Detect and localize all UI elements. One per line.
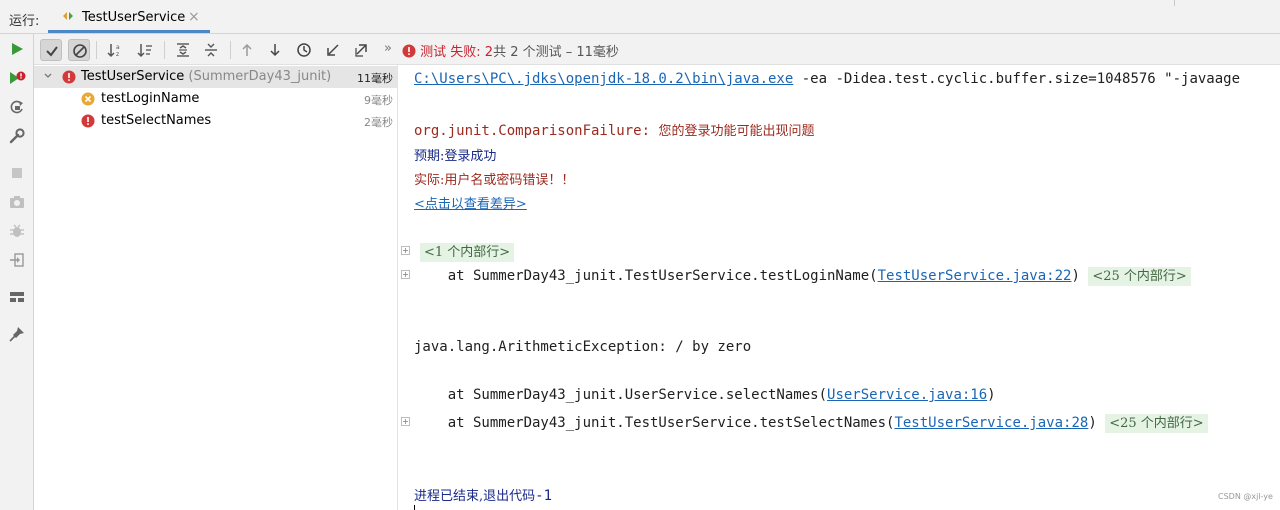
camera-icon[interactable] bbox=[8, 193, 26, 211]
tree-item-test-login-name[interactable]: testLoginName 9毫秒 bbox=[34, 88, 397, 110]
tree-item-label: testSelectNames bbox=[101, 113, 212, 128]
console-expected-line: 预期:登录成功 bbox=[414, 149, 497, 164]
expand-all-icon bbox=[177, 43, 189, 57]
exit-message: 进程已结束,退出代码 bbox=[414, 489, 536, 504]
console-exit-line: 进程已结束,退出代码-1 bbox=[414, 485, 552, 504]
status-detail-text: 共 2 个测试 – 11毫秒 bbox=[493, 45, 619, 60]
exit-code: -1 bbox=[535, 488, 552, 504]
folded-lines-label[interactable]: <25 个内部行> bbox=[1105, 414, 1208, 433]
next-failed-icon bbox=[270, 44, 280, 57]
command-args: -ea -Didea.test.cyclic.buffer.size=10485… bbox=[793, 71, 1241, 87]
console-folded-lines-1[interactable]: <1 个内部行> bbox=[420, 241, 515, 262]
console-trace-line-3: at SummerDay43_junit.TestUserService.tes… bbox=[414, 412, 1208, 433]
tree-item-label: testLoginName bbox=[101, 91, 200, 106]
chevron-down-icon[interactable] bbox=[42, 70, 54, 82]
tab-close-icon[interactable]: × bbox=[188, 9, 200, 25]
run-label: 运行: bbox=[9, 14, 40, 29]
console-exception-line: java.lang.ArithmeticException: / by zero bbox=[414, 339, 752, 355]
show-ignored-icon bbox=[73, 44, 87, 58]
fold-expand-icon[interactable] bbox=[401, 246, 410, 255]
console-actual-line: 实际:用户名或密码错误！！ bbox=[414, 173, 575, 188]
sort-duration-icon bbox=[137, 44, 152, 58]
test-tree: TestUserService (SummerDay43_junit) 11毫秒… bbox=[34, 65, 398, 510]
collapse-all-button[interactable] bbox=[200, 39, 222, 61]
source-link[interactable]: UserService.java:16 bbox=[827, 387, 987, 403]
sort-alpha-button[interactable]: a z bbox=[104, 39, 126, 61]
debug-icon[interactable] bbox=[8, 222, 26, 240]
pin-icon[interactable] bbox=[8, 325, 26, 343]
failure-type: org.junit.ComparisonFailure: bbox=[414, 123, 659, 139]
history-icon bbox=[297, 43, 311, 57]
rerun-failed-icon[interactable] bbox=[8, 69, 26, 87]
failure-message: 您的登录功能可能出现问题 bbox=[658, 124, 815, 139]
next-failed-button[interactable] bbox=[264, 39, 286, 61]
export-icon bbox=[355, 44, 367, 57]
tree-root-module: (SummerDay43_junit) bbox=[184, 69, 332, 84]
more-actions-icon[interactable]: » bbox=[384, 41, 392, 56]
console-trace-line-1: at SummerDay43_junit.TestUserService.tes… bbox=[414, 265, 1191, 286]
java-exe-link[interactable]: C:\Users\PC\.jdks\openjdk-18.0.2\bin\jav… bbox=[414, 71, 793, 87]
text-caret bbox=[414, 505, 415, 510]
rerun-icon[interactable] bbox=[8, 98, 26, 116]
toolbar-separator bbox=[230, 41, 231, 59]
toolbar-separator bbox=[96, 41, 97, 59]
wrench-icon[interactable] bbox=[8, 127, 26, 145]
folded-lines-label[interactable]: <25 个内部行> bbox=[1088, 267, 1191, 286]
sort-alpha-icon: a z bbox=[107, 44, 120, 58]
status-fail-text: 测试 失败: 2 bbox=[420, 45, 494, 60]
sort-duration-button[interactable] bbox=[134, 39, 156, 61]
test-status-summary: 测试 失败: 2共 2 个测试 – 11毫秒 bbox=[402, 41, 619, 60]
svg-text:a: a bbox=[116, 44, 120, 51]
test-runner-toolbar: a z » 测试 失败: 2共 2 个测试 – 11毫秒 bbox=[34, 34, 1280, 65]
svg-text:z: z bbox=[116, 51, 119, 58]
error-icon bbox=[402, 44, 416, 58]
error-icon bbox=[81, 114, 95, 128]
console-output[interactable]: C:\Users\PC\.jdks\openjdk-18.0.2\bin\jav… bbox=[398, 65, 1280, 510]
tab-label: TestUserService bbox=[82, 10, 186, 25]
tree-root-test-user-service[interactable]: TestUserService (SummerDay43_junit) 11毫秒 bbox=[34, 66, 397, 88]
show-passed-icon bbox=[46, 46, 58, 57]
toolbar-separator bbox=[164, 41, 165, 59]
watermark: CSDN @xjl-ye bbox=[1218, 492, 1273, 501]
layout-icon[interactable] bbox=[8, 288, 26, 306]
error-icon bbox=[62, 70, 76, 84]
history-button[interactable] bbox=[293, 39, 315, 61]
export-tests-button[interactable] bbox=[350, 39, 372, 61]
prev-failed-button[interactable] bbox=[236, 39, 258, 61]
console-failure-line: org.junit.ComparisonFailure: 您的登录功能可能出现问… bbox=[414, 120, 814, 139]
tree-item-test-select-names[interactable]: testSelectNames 2毫秒 bbox=[34, 110, 397, 132]
run-tab-bar: 运行: TestUserService × bbox=[0, 0, 1280, 34]
tree-root-duration: 11毫秒 bbox=[357, 72, 393, 85]
show-ignored-button[interactable] bbox=[68, 39, 90, 61]
source-link[interactable]: TestUserService.java:22 bbox=[878, 268, 1072, 284]
expand-all-button[interactable] bbox=[172, 39, 194, 61]
source-link[interactable]: TestUserService.java:28 bbox=[894, 415, 1088, 431]
run-icon[interactable] bbox=[8, 40, 26, 58]
import-tests-button[interactable] bbox=[322, 39, 344, 61]
tab-bar-divider bbox=[1174, 0, 1175, 6]
import-icon bbox=[327, 44, 339, 56]
tree-item-duration: 2毫秒 bbox=[364, 116, 393, 129]
fold-expand-icon[interactable] bbox=[401, 270, 410, 279]
junit-config-icon bbox=[63, 12, 73, 20]
prev-failed-icon bbox=[242, 43, 252, 56]
assertion-failed-icon bbox=[81, 92, 95, 106]
folded-lines-label[interactable]: <1 个内部行> bbox=[420, 243, 515, 262]
console-command-line: C:\Users\PC\.jdks\openjdk-18.0.2\bin\jav… bbox=[414, 71, 1240, 87]
console-trace-line-2: at SummerDay43_junit.UserService.selectN… bbox=[414, 387, 996, 403]
show-passed-button[interactable] bbox=[40, 39, 62, 61]
collapse-all-icon bbox=[205, 43, 217, 57]
console-diff-link[interactable]: <点击以查看差异> bbox=[414, 193, 527, 212]
tree-root-label: TestUserService (SummerDay43_junit) bbox=[81, 69, 332, 84]
stop-icon[interactable] bbox=[8, 164, 26, 182]
exit-icon[interactable] bbox=[8, 251, 26, 269]
tree-item-duration: 9毫秒 bbox=[364, 94, 393, 107]
left-toolbar bbox=[0, 34, 34, 510]
fold-expand-icon[interactable] bbox=[401, 417, 410, 426]
tab-test-user-service[interactable]: TestUserService × bbox=[48, 0, 210, 33]
